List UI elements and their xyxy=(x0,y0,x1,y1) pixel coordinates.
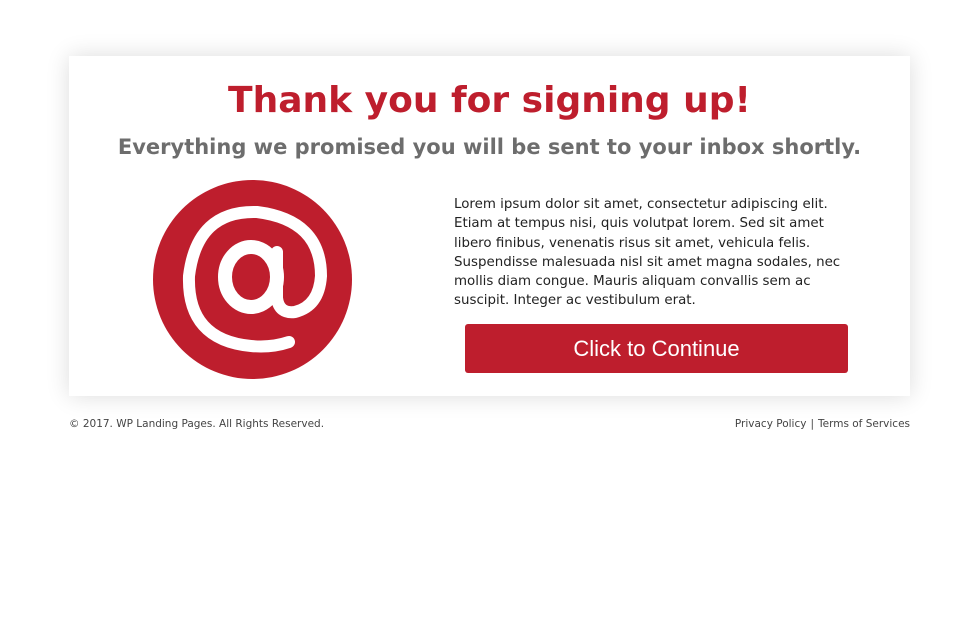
at-sign-icon xyxy=(182,205,328,353)
page-title: Thank you for signing up! xyxy=(228,80,751,121)
terms-of-services-link[interactable]: Terms of Services xyxy=(818,418,910,430)
email-badge xyxy=(153,180,352,379)
footer-links: Privacy Policy | Terms of Services xyxy=(735,417,910,431)
footer-copyright: © 2017. WP Landing Pages. All Rights Res… xyxy=(69,418,325,430)
body-text: Lorem ipsum dolor sit amet, consectetur … xyxy=(454,197,841,309)
privacy-policy-link[interactable]: Privacy Policy xyxy=(735,418,807,430)
click-to-continue-button[interactable]: Click to Continue xyxy=(465,324,848,373)
page-subtitle: Everything we promised you will be sent … xyxy=(117,135,862,159)
footer-separator: | xyxy=(810,418,814,430)
